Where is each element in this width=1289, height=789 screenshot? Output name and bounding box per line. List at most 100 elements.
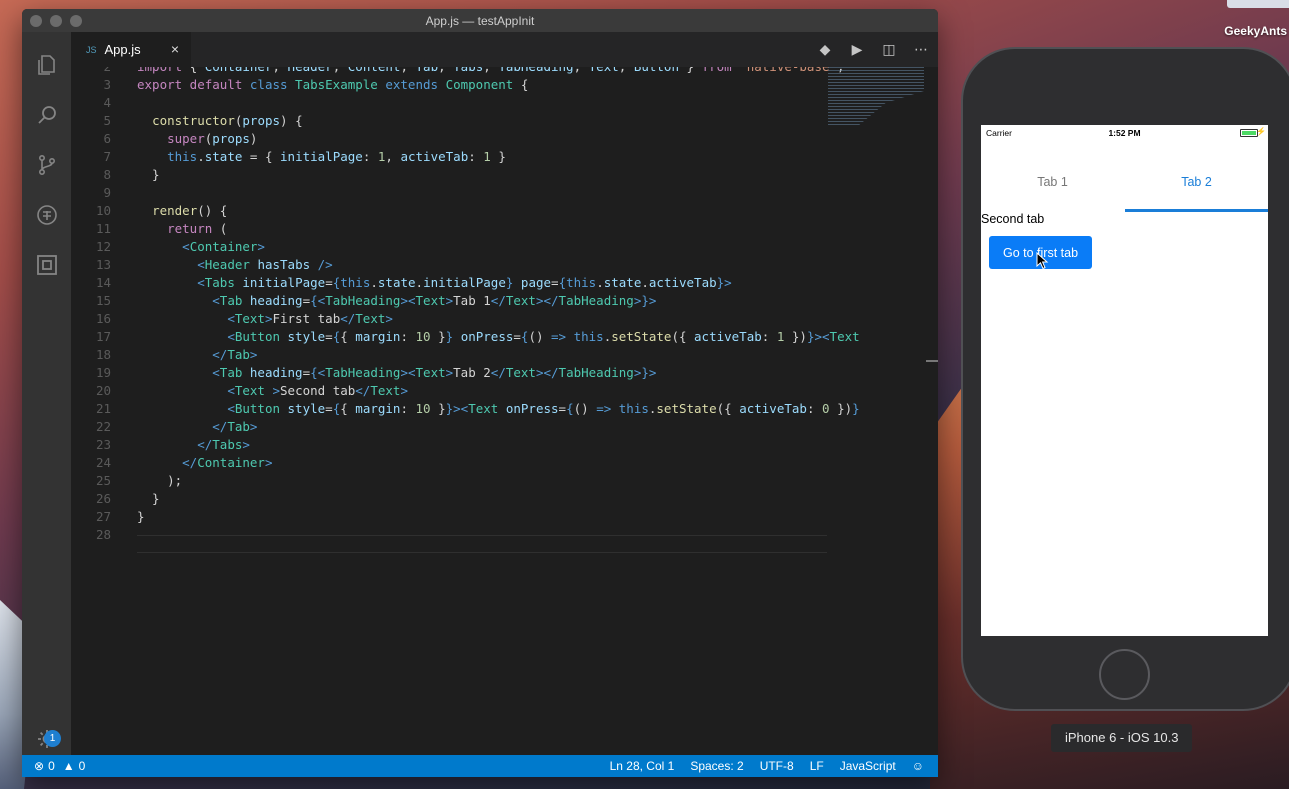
code-editor[interactable]: 2345678910111213141516171819202122232425… (71, 67, 938, 755)
line-number: 15 (95, 293, 111, 308)
vscode-window: App.js — testAppInit 1 JS App.js × ◆ ▶ ◫… (22, 9, 938, 777)
line-number: 2 (71, 67, 133, 77)
code-line: </Tab> (212, 419, 258, 434)
tab-1[interactable]: Tab 1 (981, 175, 1124, 212)
code-line: constructor(props) { (152, 113, 303, 128)
window-title: App.js — testAppInit (425, 13, 535, 28)
tab-app-js[interactable]: JS App.js × (71, 32, 191, 67)
line-number: 5 (103, 113, 111, 128)
iphone-screen: Carrier 1:52 PM ⚡ Tab 1 Tab 2 Second tab… (981, 125, 1268, 636)
status-bar: ⊗ 0 ▲ 0 Ln 28, Col 1 Spaces: 2 UTF-8 LF … (22, 755, 938, 777)
line-number: 28 (95, 527, 111, 542)
tab-2[interactable]: Tab 2 (1125, 175, 1268, 212)
run-icon[interactable]: ▶ (848, 41, 866, 59)
split-editor-icon[interactable]: ◫ (880, 41, 898, 59)
code-line: return ( (167, 221, 228, 236)
ios-status-bar: Carrier 1:52 PM ⚡ (981, 125, 1268, 141)
line-ending-setting[interactable]: LF (810, 759, 824, 773)
javascript-file-icon: JS (86, 44, 97, 55)
cursor-position[interactable]: Ln 28, Col 1 (610, 759, 675, 773)
code-content[interactable]: import { Container, Header, Content, Tab… (137, 67, 860, 545)
title-bar: App.js — testAppInit (22, 9, 938, 32)
line-number: 4 (103, 95, 111, 110)
feedback-smiley-icon[interactable]: ☺ (912, 759, 924, 773)
code-line: <Button style={{ margin: 10 }} onPress={… (227, 329, 860, 344)
device-label: iPhone 6 - iOS 10.3 (1051, 724, 1193, 752)
code-line: render() { (152, 203, 228, 218)
line-number: 26 (95, 491, 111, 506)
line-number: 7 (103, 149, 111, 164)
line-number: 22 (95, 419, 111, 434)
status-time: 1:52 PM (1108, 128, 1141, 138)
editor-tab-bar: JS App.js × ◆ ▶ ◫ ⋯ (71, 32, 938, 67)
explorer-icon[interactable] (34, 52, 60, 78)
code-line: <Tabs initialPage={this.state.initialPag… (197, 275, 732, 290)
settings-update-badge: 1 (44, 730, 61, 747)
code-line: <Header hasTabs /> (197, 257, 333, 272)
line-number: 14 (95, 275, 111, 290)
code-line: ); (137, 473, 183, 488)
editor-actions: ◆ ▶ ◫ ⋯ (816, 32, 930, 67)
code-line: } (137, 491, 160, 506)
more-actions-icon[interactable]: ⋯ (912, 41, 930, 59)
code-line: } (137, 167, 160, 182)
line-number: 12 (95, 239, 111, 254)
code-line: } (137, 509, 145, 524)
line-number: 10 (95, 203, 111, 218)
code-line: </Tabs> (197, 437, 250, 452)
tab-content-text: Second tab (981, 212, 1045, 226)
mouse-cursor-icon (1036, 252, 1049, 270)
extensions-icon[interactable] (34, 252, 60, 278)
close-tab-icon[interactable]: × (171, 41, 179, 57)
code-line: this.state = { initialPage: 1, activeTab… (167, 149, 506, 164)
line-number: 13 (95, 257, 111, 272)
home-button[interactable] (1099, 649, 1150, 700)
line-number: 21 (95, 401, 111, 416)
line-number-gutter: 2345678910111213141516171819202122232425… (71, 67, 133, 545)
line-number: 19 (95, 365, 111, 380)
code-line: </Tab> (212, 347, 258, 362)
error-count: 0 (48, 759, 55, 773)
code-line: <Button style={{ margin: 10 }}><Text onP… (227, 401, 860, 416)
code-line: <Tab heading={<TabHeading><Text>Tab 2</T… (212, 365, 657, 380)
line-number: 8 (103, 167, 111, 182)
problems-indicator[interactable]: ⊗ 0 ▲ 0 (22, 759, 85, 773)
line-number: 17 (95, 329, 111, 344)
activity-bar: 1 (22, 32, 71, 755)
source-control-icon[interactable] (34, 152, 60, 178)
code-line: <Container> (182, 239, 265, 254)
error-icon: ⊗ (34, 759, 45, 773)
debug-icon[interactable] (34, 202, 60, 228)
line-number: 11 (95, 221, 111, 236)
search-icon[interactable] (34, 102, 60, 128)
git-compare-icon[interactable]: ◆ (816, 41, 834, 59)
line-number: 23 (95, 437, 111, 452)
line-number: 27 (95, 509, 111, 524)
code-line: export default class TabsExample extends… (137, 77, 529, 92)
line-number: 3 (103, 77, 111, 92)
encoding-setting[interactable]: UTF-8 (760, 759, 794, 773)
scrollbar-cursor-marker (926, 360, 938, 362)
line-number: 6 (103, 131, 111, 146)
warning-count: 0 (78, 759, 86, 773)
indentation-setting[interactable]: Spaces: 2 (690, 759, 743, 773)
line-number: 16 (95, 311, 111, 326)
code-line: super(props) (167, 131, 258, 146)
line-number: 24 (95, 455, 111, 470)
code-line: <Tab heading={<TabHeading><Text>Tab 1</T… (212, 293, 657, 308)
tab-filename: App.js (104, 42, 141, 57)
code-line: <Text>First tab</Text> (227, 311, 393, 326)
line-number: 20 (95, 383, 111, 398)
line-number: 9 (103, 185, 111, 200)
language-mode[interactable]: JavaScript (840, 759, 896, 773)
warning-icon: ▲ (62, 759, 75, 773)
minimap[interactable] (828, 67, 924, 127)
active-tab-indicator (1125, 209, 1268, 212)
code-line: </Container> (182, 455, 273, 470)
desktop-icon[interactable] (1227, 0, 1289, 8)
desktop-icon-label: GeekyAnts (1224, 24, 1287, 38)
charging-icon: ⚡ (1256, 127, 1266, 136)
